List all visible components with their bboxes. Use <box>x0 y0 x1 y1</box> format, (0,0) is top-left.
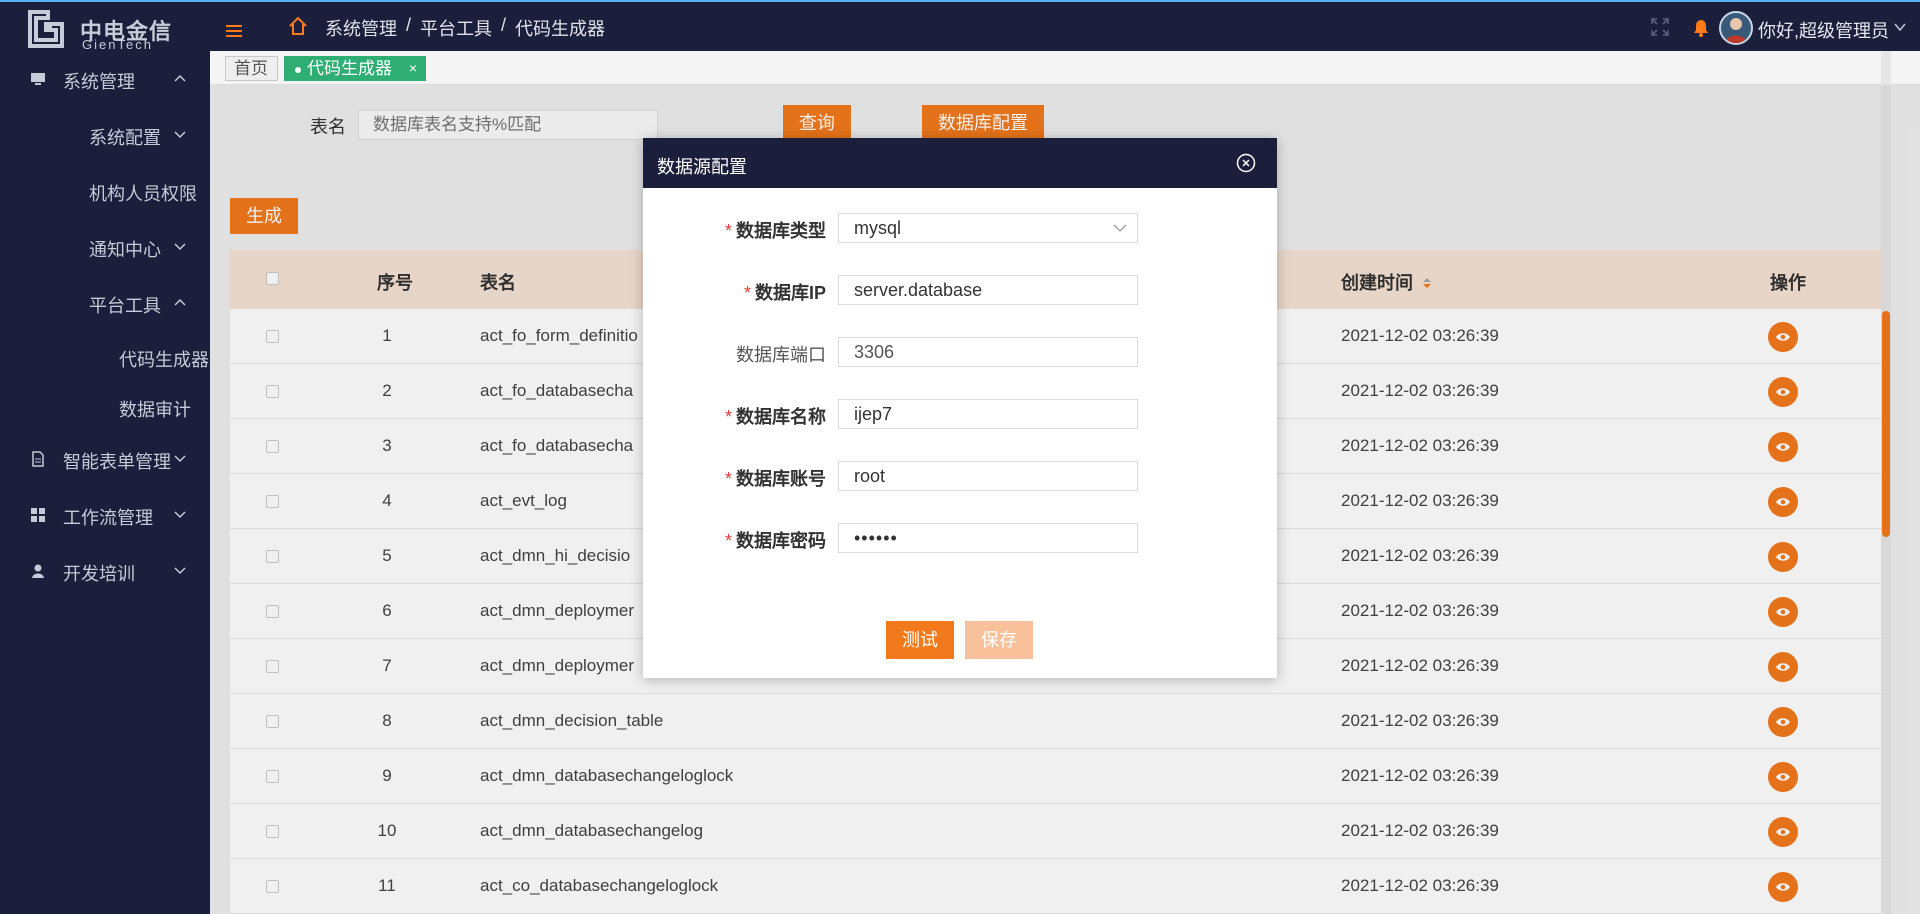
chevron-down-icon <box>174 131 186 139</box>
user-icon <box>32 564 44 578</box>
close-tab-icon[interactable]: × <box>409 57 417 80</box>
db-ip-input[interactable]: server.database <box>838 275 1138 305</box>
test-connection-button[interactable]: 测试 <box>886 621 954 659</box>
breadcrumb-separator: / <box>406 15 412 35</box>
label-text: 数据库名称 <box>736 407 826 427</box>
breadcrumb-item[interactable]: 系统管理 <box>325 15 397 41</box>
sidebar-item-label: 平台工具 <box>89 296 161 316</box>
db-password-label: * 数据库密码 <box>643 527 826 553</box>
sidebar-item-system-config[interactable]: 系统配置 <box>0 115 210 155</box>
sidebar-item-dev-training[interactable]: 开发培训 <box>0 551 210 591</box>
breadcrumb: 系统管理 / 平台工具 / 代码生成器 <box>325 15 605 41</box>
sidebar-item-label: 系统管理 <box>63 72 135 92</box>
label-text: 数据库密码 <box>736 531 826 551</box>
sidebar-item-label: 智能表单管理 <box>63 452 171 472</box>
save-button[interactable]: 保存 <box>965 621 1033 659</box>
db-user-label: * 数据库账号 <box>643 465 826 491</box>
tabs-bar: 首页 代码生成器 × <box>210 51 1920 85</box>
required-mark: * <box>724 221 732 241</box>
chevron-down-icon <box>174 455 186 463</box>
sidebar-item-system-management[interactable]: 系统管理 <box>0 59 210 99</box>
sidebar-item-label: 机构人员权限 <box>89 184 197 204</box>
avatar[interactable] <box>1719 11 1753 45</box>
document-icon <box>32 451 44 467</box>
chevron-down-icon <box>174 243 186 251</box>
db-type-select[interactable]: mysql <box>838 213 1138 243</box>
datasource-config-dialog: 数据源配置 * 数据库类型 mysql * 数据库IP server.databas… <box>643 138 1277 678</box>
avatar-person-icon <box>1725 18 1747 43</box>
db-port-input[interactable]: 3306 <box>838 337 1138 367</box>
db-name-label: * 数据库名称 <box>643 403 826 429</box>
sidebar-item-data-audit[interactable]: 数据审计 <box>0 387 210 427</box>
sidebar-item-label: 代码生成器 <box>119 350 209 370</box>
sidebar-item-label: 开发培训 <box>63 564 135 584</box>
tab-home[interactable]: 首页 <box>225 56 278 81</box>
sidebar-item-label: 系统配置 <box>89 128 161 148</box>
logo-text-en: GienTech <box>82 37 153 52</box>
required-mark: * <box>724 407 732 427</box>
sidebar-item-smart-form[interactable]: 智能表单管理 <box>0 439 210 479</box>
tab-code-generator[interactable]: 代码生成器 × <box>284 56 426 81</box>
logo-mark-icon <box>28 10 64 48</box>
fullscreen-icon[interactable] <box>1650 17 1670 37</box>
logo: 中电金信 GienTech <box>24 6 174 52</box>
required-mark: * <box>743 283 751 303</box>
home-icon[interactable] <box>287 15 309 37</box>
sidebar-item-label: 数据审计 <box>119 400 191 420</box>
chevron-down-icon <box>174 511 186 519</box>
chevron-down-icon <box>174 567 186 575</box>
sidebar-item-workflow[interactable]: 工作流管理 <box>0 495 210 535</box>
sidebar-item-org-permissions[interactable]: 机构人员权限 <box>0 171 210 211</box>
breadcrumb-item-current: 代码生成器 <box>515 19 606 39</box>
breadcrumb-item[interactable]: 平台工具 <box>420 15 492 41</box>
sidebar-item-notification-center[interactable]: 通知中心 <box>0 227 210 267</box>
breadcrumb-separator: / <box>501 15 507 35</box>
db-port-label: 数据库端口 <box>736 345 826 365</box>
required-mark: * <box>724 469 732 489</box>
chevron-down-icon[interactable] <box>1894 22 1906 32</box>
monitor-icon <box>31 73 45 85</box>
grid-icon <box>31 508 45 522</box>
close-icon[interactable] <box>1236 153 1256 173</box>
db-ip-label: * 数据库IP <box>643 279 826 305</box>
db-type-label: * 数据库类型 <box>643 217 826 243</box>
sidebar: 系统管理 系统配置 机构人员权限 通知中心 平台工具 代码生成器 数据审计 智能… <box>0 51 210 914</box>
sidebar-item-label: 工作流管理 <box>63 508 153 528</box>
label-text: 数据库类型 <box>736 221 826 241</box>
sidebar-item-platform-tools[interactable]: 平台工具 <box>0 283 210 323</box>
dialog-title: 数据源配置 <box>657 157 747 177</box>
chevron-up-icon <box>174 74 186 82</box>
label-text: 数据库账号 <box>736 469 826 489</box>
chevron-down-icon <box>1113 224 1127 232</box>
top-bar: 中电金信 GienTech 系统管理 / 平台工具 / 代码生成器 你好,超级管… <box>0 0 1920 52</box>
dialog-header: 数据源配置 <box>643 138 1277 188</box>
db-name-input[interactable]: ijep7 <box>838 399 1138 429</box>
label-text: 数据库IP <box>754 283 826 303</box>
bell-icon[interactable] <box>1690 16 1712 38</box>
sidebar-item-code-generator[interactable]: 代码生成器 <box>0 337 210 377</box>
db-password-input[interactable]: •••••• <box>838 523 1138 553</box>
db-type-value: mysql <box>854 218 902 238</box>
user-greeting[interactable]: 你好,超级管理员 <box>1758 17 1889 43</box>
menu-toggle-icon[interactable] <box>226 25 242 39</box>
chevron-up-icon <box>174 298 186 306</box>
tab-label: 代码生成器 <box>307 59 392 78</box>
required-mark: * <box>724 531 732 551</box>
active-dot <box>295 66 301 73</box>
db-user-input[interactable]: root <box>838 461 1138 491</box>
sidebar-item-label: 通知中心 <box>89 240 161 260</box>
